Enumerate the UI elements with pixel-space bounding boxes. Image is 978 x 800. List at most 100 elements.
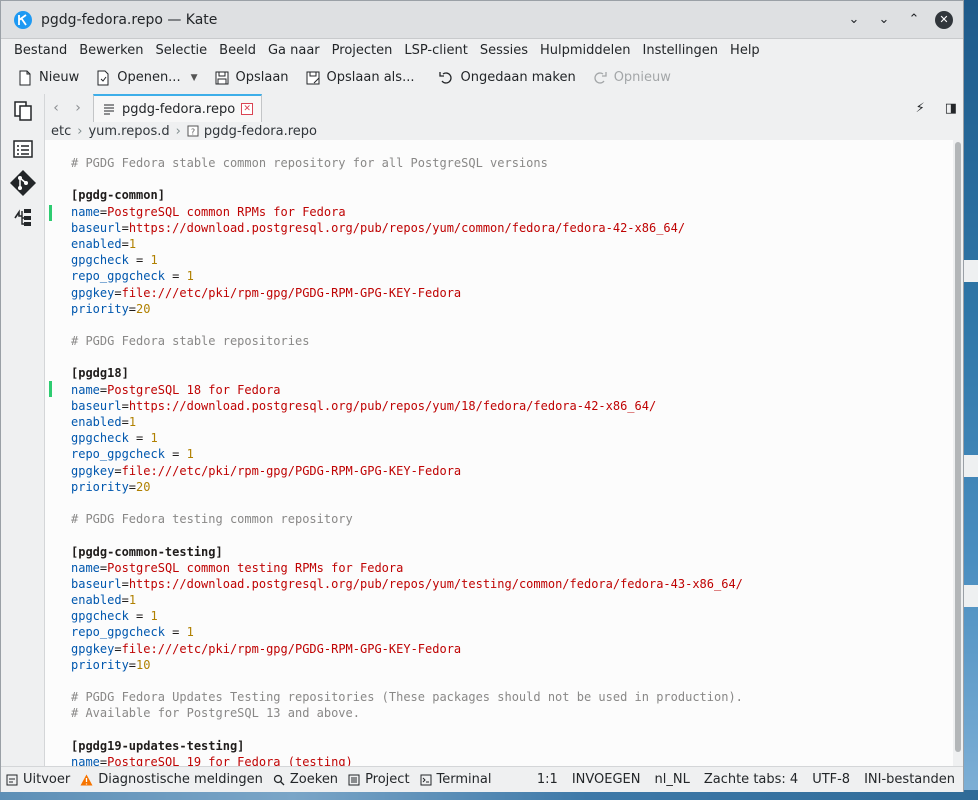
code-token-val: PostgreSQL 19 for Fedora (testing): [107, 754, 353, 766]
dictionary-language[interactable]: nl_NL: [655, 772, 690, 787]
code-token-section: [pgdg-common-testing]: [71, 544, 223, 559]
new-button[interactable]: Nieuw: [9, 64, 87, 92]
code-token-eq: =: [128, 431, 151, 446]
split-view-icon[interactable]: ◨: [945, 101, 957, 116]
code-token-key: priority: [71, 479, 129, 494]
menubar: Bestand Bewerken Selectie Beeld Ga naar Proje…: [1, 39, 963, 61]
project-panel-button[interactable]: Project: [343, 772, 414, 787]
menu-item-help[interactable]: Help: [724, 43, 766, 58]
menu-item-beeld[interactable]: Beeld: [213, 43, 262, 58]
redo-icon: [594, 71, 607, 84]
maximize-icon[interactable]: ⌃: [905, 11, 923, 29]
git-panel-button[interactable]: [1, 166, 45, 200]
code-token-key: priority: [71, 301, 129, 316]
code-token-key: enabled: [71, 593, 122, 608]
breadcrumb-item-yum-repos-d[interactable]: yum.repos.d: [88, 124, 169, 139]
save-label: Opslaan: [235, 70, 289, 85]
vertical-scrollbar[interactable]: [953, 140, 963, 766]
code-line: name=PostgreSQL 18 for Fedora: [71, 382, 743, 398]
code-token-val: file:///etc/pki/rpm-gpg/PGDG-RPM-GPG-KEY…: [121, 463, 462, 478]
titlebar[interactable]: pgdg-fedora.repo — Kate ⌄ ⌄ ⌃ ✕: [1, 1, 963, 39]
code-line: enabled=1: [71, 592, 743, 608]
breadcrumb-item-file[interactable]: pgdg-fedora.repo: [204, 124, 317, 139]
code-token-key: enabled: [71, 236, 122, 251]
menu-item-bewerken[interactable]: Bewerken: [73, 43, 149, 58]
output-panel-button[interactable]: Uitvoer: [1, 772, 75, 787]
code-line: gpgkey=file:///etc/pki/rpm-gpg/PGDG-RPM-…: [71, 641, 743, 657]
code-line: name=PostgreSQL common testing RPMs for …: [71, 560, 743, 576]
code-token-num: 1: [186, 447, 194, 462]
encoding[interactable]: UTF-8: [812, 772, 850, 787]
save-icon: [215, 71, 228, 84]
code-token-num: 1: [150, 431, 158, 446]
code-line: enabled=1: [71, 236, 743, 252]
project-icon: [348, 774, 360, 785]
code-token-val: file:///etc/pki/rpm-gpg/PGDG-RPM-GPG-KEY…: [121, 641, 462, 656]
indentation-setting[interactable]: Zachte tabs: 4: [704, 772, 798, 787]
scrollbar-thumb[interactable]: [955, 142, 961, 752]
menu-item-ga-naar[interactable]: Ga naar: [262, 43, 326, 58]
breadcrumb-item-etc[interactable]: etc: [51, 124, 71, 139]
code-token-eq: =: [121, 220, 129, 235]
redo-button[interactable]: Opnieuw: [584, 64, 679, 92]
symbols-panel-button[interactable]: [1, 132, 45, 166]
code-token-key: baseurl: [71, 576, 122, 591]
menu-item-lsp-client[interactable]: LSP-client: [398, 43, 473, 58]
code-line: gpgcheck = 1: [71, 252, 743, 268]
close-icon[interactable]: ✕: [935, 10, 953, 29]
menu-item-projecten[interactable]: Projecten: [326, 43, 399, 58]
tab-label: pgdg-fedora.repo: [122, 101, 236, 117]
chevron-down-icon[interactable]: ▼: [191, 73, 198, 83]
code-editor[interactable]: # PGDG Fedora stable common repository f…: [45, 140, 953, 766]
code-token-eq: =: [164, 269, 187, 284]
open-button[interactable]: Openen... ▼: [87, 64, 205, 92]
file-type[interactable]: INI-bestanden: [864, 772, 955, 787]
code-token-key: gpgcheck: [71, 253, 129, 268]
code-line: gpgcheck = 1: [71, 430, 743, 446]
minimize-icon[interactable]: ⌄: [875, 11, 893, 29]
diagnostics-panel-button[interactable]: Diagnostische meldingen: [75, 772, 268, 787]
code-token-key: repo_gpgcheck: [71, 625, 165, 640]
code-token-eq: =: [114, 285, 122, 300]
tab-pgdg-fedora-repo[interactable]: pgdg-fedora.repo ✕: [93, 94, 263, 122]
code-line: enabled=1: [71, 414, 743, 430]
status-bar: Uitvoer Diagnostische meldingen Zoeken P…: [1, 766, 963, 792]
code-token-num: 20: [136, 301, 151, 316]
save-as-button[interactable]: Opslaan als...: [297, 64, 423, 92]
chevron-left-icon[interactable]: ‹: [45, 94, 67, 122]
cursor-position[interactable]: 1:1: [537, 772, 558, 787]
code-token-num: 1: [186, 269, 194, 284]
redo-label: Opnieuw: [613, 70, 671, 85]
code-line: repo_gpgcheck = 1: [71, 268, 743, 284]
terminal-panel-button[interactable]: Terminal: [415, 772, 497, 787]
input-mode[interactable]: INVOEGEN: [572, 772, 641, 787]
menu-item-instellingen[interactable]: Instellingen: [637, 43, 725, 58]
menu-item-hulpmiddelen[interactable]: Hulpmiddelen: [534, 43, 637, 58]
keep-above-icon[interactable]: ⌄: [845, 11, 863, 29]
code-token-key: gpgkey: [71, 641, 115, 656]
chevron-right-icon[interactable]: ›: [67, 94, 89, 122]
code-line: priority=10: [71, 657, 743, 673]
save-button[interactable]: Opslaan: [206, 64, 297, 92]
search-panel-button[interactable]: Zoeken: [268, 772, 343, 787]
code-text[interactable]: # PGDG Fedora stable common repository f…: [71, 155, 743, 766]
menu-item-selectie[interactable]: Selectie: [149, 43, 213, 58]
menu-item-bestand[interactable]: Bestand: [8, 43, 73, 58]
projects-panel-button[interactable]: [1, 200, 45, 234]
project-tree-icon: [14, 209, 31, 226]
documents-panel-button[interactable]: [1, 94, 45, 128]
code-token-val: https://download.postgresql.org/pub/repo…: [128, 398, 657, 413]
open-label: Openen...: [117, 70, 181, 85]
close-tab-icon[interactable]: ✕: [241, 103, 254, 115]
undo-button[interactable]: Ongedaan maken: [430, 64, 583, 92]
code-token-eq: =: [164, 625, 187, 640]
code-token-val: PostgreSQL common testing RPMs for Fedor…: [107, 560, 404, 575]
code-token-key: gpgcheck: [71, 431, 129, 446]
quick-open-icon[interactable]: ⚡: [916, 101, 925, 116]
menu-item-sessies[interactable]: Sessies: [474, 43, 534, 58]
terminal-label: Terminal: [436, 772, 492, 787]
code-token-val: https://download.postgresql.org/pub/repo…: [128, 220, 686, 235]
code-token-section: [pgdg19-updates-testing]: [71, 738, 245, 753]
